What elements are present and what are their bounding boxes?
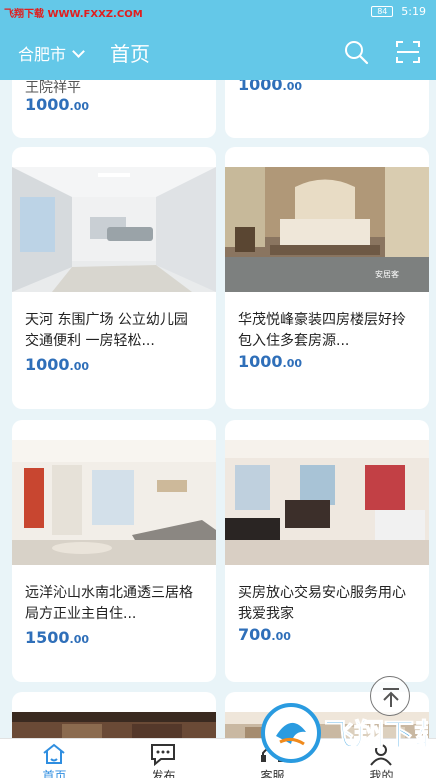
listing-card[interactable]: 远洋沁山水南北通透三居格局方正业主自住... 1500.00: [12, 420, 216, 682]
listing-feed[interactable]: 王院祥平 1000.00 1000.00 天河 东围广场 公立幼儿园 交通便利 …: [0, 80, 436, 738]
listing-card[interactable]: 买房放心交易安心服务用心我爱我家 700.00: [225, 420, 429, 682]
scan-icon[interactable]: [394, 38, 422, 66]
tab-label: 发布: [151, 769, 176, 778]
city-label: 合肥市: [18, 45, 67, 64]
listing-photo: [225, 440, 429, 565]
tab-label: 客服: [260, 769, 285, 778]
listing-price: 1500.00: [25, 628, 90, 647]
listing-photo: [12, 712, 216, 738]
clock: 5:19: [401, 5, 426, 18]
page-title: 首页: [110, 42, 150, 66]
photo-watermark: 安居客: [375, 269, 399, 279]
tab-home[interactable]: 首页: [0, 739, 109, 778]
brand-logo: 飞翔下载: [261, 703, 428, 763]
tab-publish[interactable]: 发布: [109, 739, 218, 778]
listing-price: 700.00: [238, 625, 291, 644]
listing-desc: 买房放心交易安心服务用心我爱我家: [238, 585, 406, 622]
listing-desc: 远洋沁山水南北通透三居格局方正业主自住...: [25, 585, 193, 622]
watermark-text: 飞翔下载 WWW.FXXZ.COM: [4, 9, 143, 20]
listing-price: 1000.00: [238, 352, 303, 371]
listing-card[interactable]: [12, 692, 216, 738]
home-icon: [43, 743, 65, 764]
listing-price: 1000.00: [238, 80, 303, 94]
listing-photo: [12, 167, 216, 292]
listing-price: 1000.00: [25, 95, 90, 114]
listing-photo: [12, 440, 216, 565]
listing-desc: 华茂悦峰豪装四房楼层好拎包入住多套房源...: [238, 312, 406, 349]
message-icon: [151, 744, 175, 766]
listing-price: 1000.00: [25, 355, 90, 374]
chevron-down-icon: [72, 44, 85, 58]
listing-card[interactable]: 安居客 华茂悦峰豪装四房楼层好拎包入住多套房源... 1000.00: [225, 147, 429, 409]
listing-card[interactable]: 王院祥平 1000.00: [12, 80, 216, 138]
listing-card[interactable]: 1000.00: [225, 80, 429, 138]
search-icon[interactable]: [342, 38, 370, 66]
brand-text: 飞翔下载: [324, 718, 428, 753]
status-indicators: 84 5:19: [371, 5, 426, 18]
battery-icon: 84: [371, 6, 394, 17]
listing-card[interactable]: 天河 东围广场 公立幼儿园 交通便利 一房轻松... 1000.00: [12, 147, 216, 409]
tab-label: 首页: [42, 769, 67, 778]
listing-desc: 天河 东围广场 公立幼儿园 交通便利 一房轻松...: [25, 312, 188, 349]
city-selector[interactable]: 合肥市: [18, 41, 85, 65]
listing-photo: 安居客: [225, 167, 429, 292]
status-bar: 飞翔下载 WWW.FXXZ.COM 84 5:19: [0, 0, 436, 24]
tab-label: 我的: [369, 769, 394, 778]
app-header: 合肥市 首页: [0, 24, 436, 80]
